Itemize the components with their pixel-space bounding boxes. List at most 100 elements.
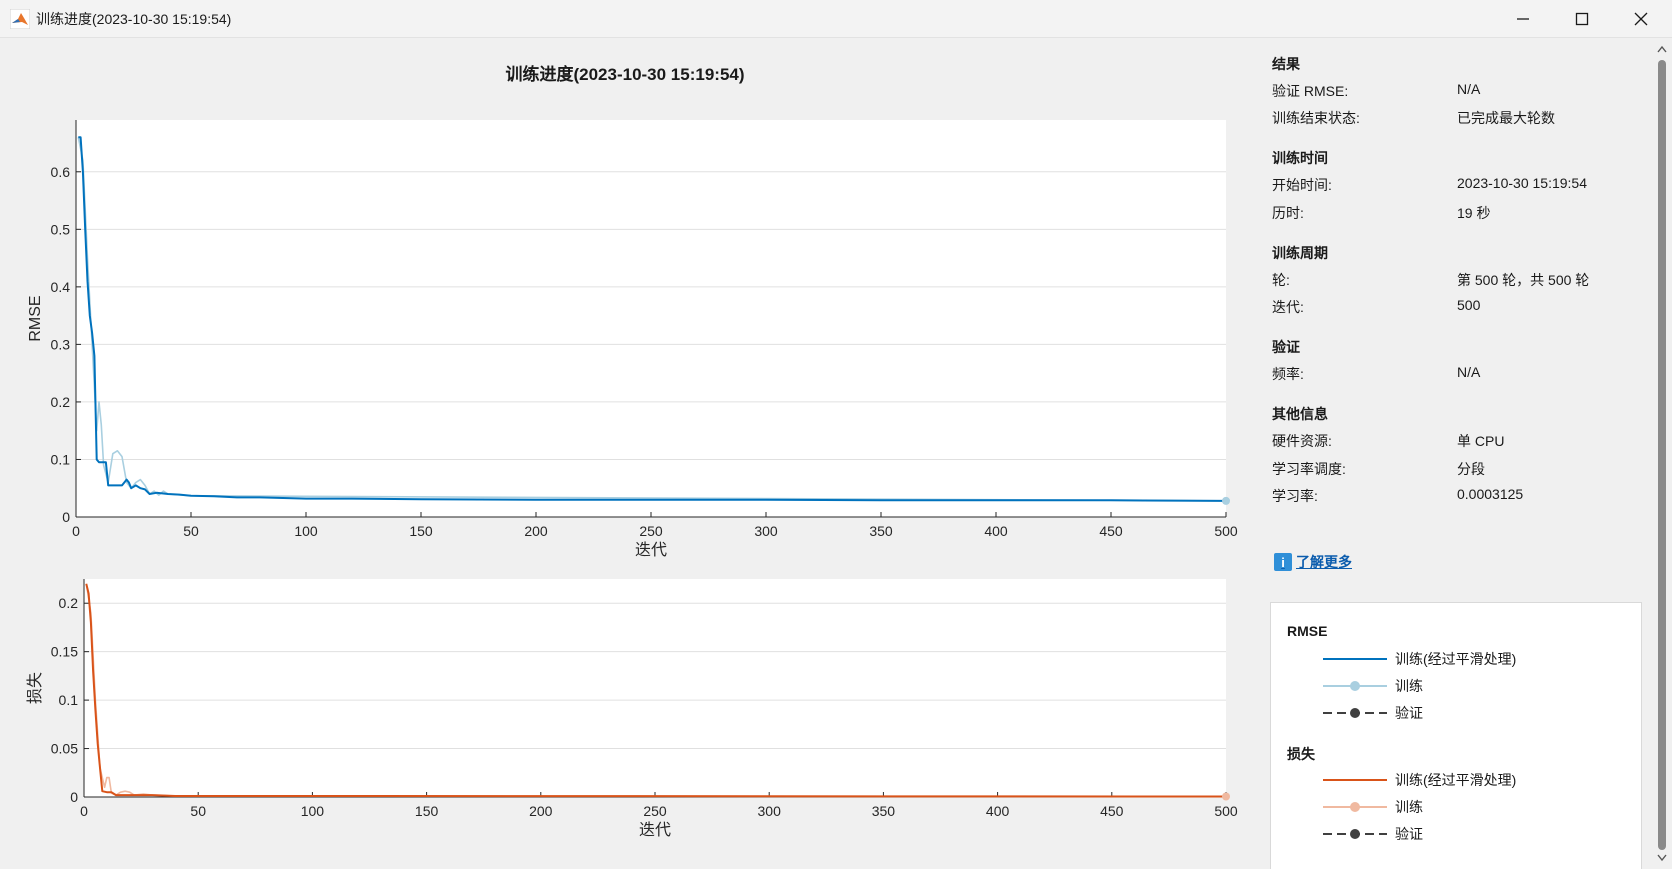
legend-rmse-smoothed: 训练(经过平滑处理) — [1321, 649, 1516, 669]
legend-loss-smoothed-label: 训练(经过平滑处理) — [1395, 772, 1517, 788]
start-time-label: 开始时间: — [1272, 177, 1332, 193]
rmse-x-tick-label: 200 — [524, 523, 548, 539]
hardware-label: 硬件资源: — [1272, 433, 1332, 449]
loss-x-tick-label: 150 — [415, 803, 439, 819]
loss-x-tick-label: 450 — [1100, 803, 1124, 819]
minimize-button[interactable] — [1494, 0, 1552, 38]
training-cycle-title: 训练周期 — [1272, 245, 1328, 261]
loss-x-tick-label: 0 — [80, 803, 88, 819]
loss-y-tick-label: 0 — [70, 789, 78, 805]
training-time-title: 训练时间 — [1272, 150, 1328, 166]
legend-rmse-title: RMSE — [1287, 623, 1328, 639]
loss-x-tick-label: 300 — [758, 803, 782, 819]
results-title: 结果 — [1272, 56, 1300, 72]
legend-loss-train-label: 训练 — [1395, 799, 1423, 815]
validation-rmse-value: N/A — [1457, 81, 1481, 97]
legend-loss-smoothed: 训练(经过平滑处理) — [1321, 770, 1516, 790]
rmse-plot-area — [76, 120, 1226, 517]
window-titlebar: 训练进度(2023-10-30 15:19:54) — [0, 0, 1672, 38]
learn-more-link[interactable]: i 了解更多 — [1274, 552, 1352, 572]
learning-rate-label: 学习率: — [1272, 488, 1318, 504]
maximize-icon — [1575, 12, 1589, 26]
learn-more-label: 了解更多 — [1296, 554, 1352, 570]
loss-y-tick-label: 0.05 — [51, 741, 78, 757]
scrollbar-thumb[interactable] — [1658, 60, 1666, 850]
frequency-label: 频率: — [1272, 366, 1304, 382]
rmse-y-tick-label: 0.1 — [51, 451, 71, 467]
other-info-title: 其他信息 — [1272, 406, 1328, 422]
rmse-x-tick-label: 100 — [294, 523, 318, 539]
epoch-label: 轮: — [1272, 272, 1290, 288]
info-panel: 结果 验证 RMSE: N/A 训练结束状态: 已完成最大轮数 训练时间 开始时… — [1262, 38, 1652, 869]
rmse-y-tick-label: 0.5 — [51, 221, 71, 237]
hardware-value: 单 CPU — [1457, 433, 1505, 449]
training-progress-figure: 训练进度(2023-10-30 15:19:54) 0 0.1 0.2 0.3 0.4 0… — [0, 38, 1250, 869]
legend-loss-title: 损失 — [1287, 746, 1315, 762]
loss-x-tick-label: 250 — [643, 803, 667, 819]
rmse-x-tick-label: 150 — [409, 523, 433, 539]
legend-rmse-train-label: 训练 — [1395, 678, 1423, 694]
elapsed-value: 19 秒 — [1457, 205, 1491, 221]
legend: RMSE 训练(经过平滑处理) 训练 验证 损失 训练(经过平滑处理) 训练 验… — [1270, 602, 1642, 869]
plots-canvas: 0 0.1 0.2 0.3 0.4 0.5 0.6 0 50 100 150 200 250 300 350… — [26, 120, 1238, 839]
validation-title: 验证 — [1272, 339, 1300, 355]
rmse-x-tick-label: 300 — [754, 523, 778, 539]
rmse-y-tick-label: 0.4 — [51, 279, 71, 295]
rmse-train-end-marker — [1222, 496, 1230, 505]
maximize-button[interactable] — [1553, 0, 1611, 38]
legend-rmse-validation-label: 验证 — [1395, 705, 1423, 721]
rmse-y-axis-label: RMSE — [27, 295, 44, 341]
rmse-x-axis-label: 迭代 — [635, 541, 667, 559]
close-icon — [1634, 12, 1648, 26]
rmse-x-tick-label: 50 — [183, 523, 199, 539]
legend-rmse-validation: 验证 — [1321, 703, 1423, 723]
rmse-x-tick-label: 250 — [639, 523, 663, 539]
loss-x-tick-label: 200 — [529, 803, 553, 819]
scroll-up-icon[interactable] — [1657, 44, 1667, 54]
close-button[interactable] — [1612, 0, 1670, 38]
rmse-x-tick-label: 400 — [984, 523, 1008, 539]
loss-x-tick-label: 50 — [190, 803, 206, 819]
info-icon: i — [1274, 553, 1292, 571]
matlab-icon — [9, 8, 31, 30]
rmse-y-tick-label: 0.6 — [51, 164, 71, 180]
scroll-down-icon[interactable] — [1657, 853, 1667, 863]
legend-loss-validation-label: 验证 — [1395, 826, 1423, 842]
lr-schedule-label: 学习率调度: — [1272, 461, 1346, 477]
loss-x-tick-label: 400 — [986, 803, 1010, 819]
loss-train-end-marker — [1222, 792, 1230, 801]
loss-x-tick-label: 500 — [1214, 803, 1238, 819]
legend-loss-train: 训练 — [1321, 797, 1423, 817]
loss-x-tick-label: 100 — [301, 803, 325, 819]
legend-rmse-train: 训练 — [1321, 676, 1423, 696]
rmse-x-tick-label: 350 — [869, 523, 893, 539]
rmse-y-tick-label: 0.3 — [51, 336, 71, 352]
validation-rmse-label: 验证 RMSE: — [1272, 83, 1349, 99]
epoch-value: 第 500 轮，共 500 轮 — [1457, 272, 1590, 288]
start-time-value: 2023-10-30 15:19:54 — [1457, 175, 1587, 191]
window-title: 训练进度(2023-10-30 15:19:54) — [36, 11, 232, 27]
vertical-scrollbar[interactable] — [1652, 38, 1672, 869]
elapsed-label: 历时: — [1272, 205, 1304, 221]
iteration-value: 500 — [1457, 297, 1481, 313]
loss-y-tick-label: 0.15 — [51, 644, 78, 660]
minimize-icon — [1517, 18, 1529, 20]
rmse-x-tick-label: 0 — [72, 523, 80, 539]
frequency-value: N/A — [1457, 364, 1481, 380]
rmse-y-tick-label: 0.2 — [51, 394, 71, 410]
end-status-label: 训练结束状态: — [1272, 110, 1360, 126]
loss-y-tick-label: 0.1 — [59, 692, 79, 708]
loss-x-axis-label: 迭代 — [639, 821, 671, 839]
end-status-value: 已完成最大轮数 — [1457, 110, 1555, 126]
legend-loss-validation: 验证 — [1321, 824, 1423, 844]
loss-y-tick-label: 0.2 — [59, 595, 79, 611]
loss-y-axis-label: 损失 — [26, 672, 44, 704]
legend-rmse-smoothed-label: 训练(经过平滑处理) — [1395, 651, 1517, 667]
rmse-y-tick-label: 0 — [62, 509, 70, 525]
iteration-label: 迭代: — [1272, 299, 1304, 315]
loss-x-tick-label: 350 — [872, 803, 896, 819]
lr-schedule-value: 分段 — [1457, 461, 1485, 477]
learning-rate-value: 0.0003125 — [1457, 486, 1524, 502]
rmse-x-tick-label: 500 — [1214, 523, 1238, 539]
rmse-x-tick-label: 450 — [1099, 523, 1123, 539]
